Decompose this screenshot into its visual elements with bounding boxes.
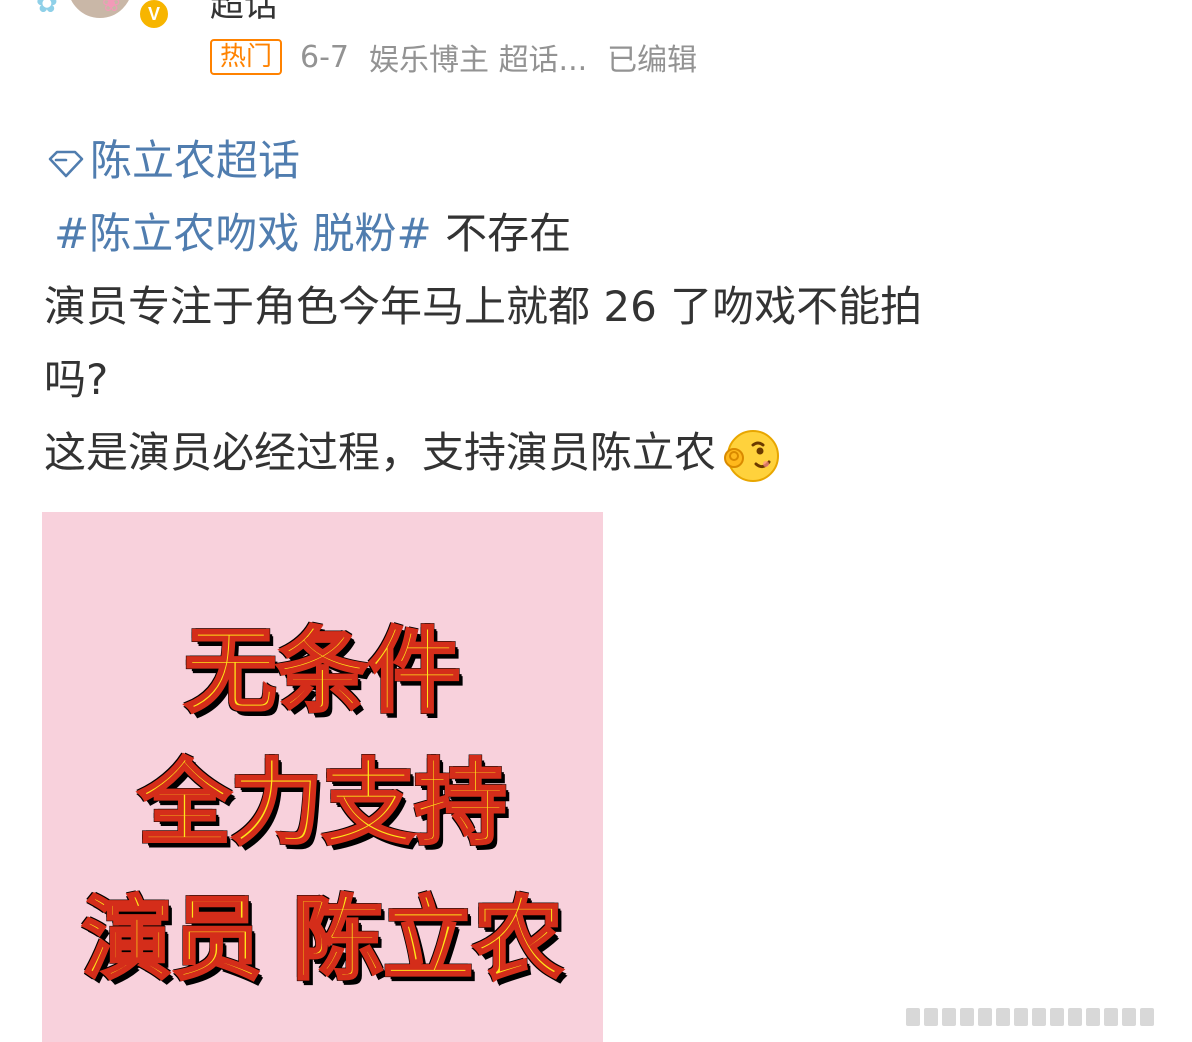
post-body: 陈立农超话 #陈立农吻戏 脱粉# 不存在 演员专注于角色今年马上就都 26 了吻… <box>44 124 1144 489</box>
hashtag-suffix: 不存在 <box>431 209 572 258</box>
super-topic-label[interactable]: 陈立农超话 <box>90 136 300 185</box>
author-category: 娱乐博主 <box>369 43 490 78</box>
diamond-icon <box>48 150 84 177</box>
post-text-line: 演员专注于角色今年马上就都 26 了吻戏不能拍 <box>44 282 923 331</box>
avatar[interactable]: ✿ ❀ V <box>36 0 170 30</box>
edited-label[interactable]: 已编辑 <box>607 35 697 79</box>
username[interactable]: 超话 <box>210 0 278 22</box>
super-topic-link[interactable]: 陈立农超话 <box>44 124 1144 197</box>
post-source[interactable]: 超话... <box>499 35 588 79</box>
image-text-line: 演员 陈立农 <box>80 886 564 994</box>
post-image[interactable]: 无条件 全力支持 演员 陈立农 <box>42 512 603 1042</box>
post-text-line: 吗? <box>44 355 109 404</box>
flower-icon: ❀ <box>102 0 121 17</box>
verified-badge-icon: V <box>138 0 170 30</box>
post-text-line: 这是演员必经过程，支持演员陈立农 <box>44 428 717 477</box>
post-meta: 热门 6-7 娱乐博主 超话... 已编辑 <box>210 35 697 79</box>
image-text-line: 全力支持 <box>137 749 508 859</box>
watermark-strip <box>906 1004 1180 1030</box>
post-date: 6-7 <box>300 39 350 75</box>
image-text-line: 无条件 <box>183 617 462 727</box>
hashtag-line: #陈立农吻戏 脱粉# 不存在 <box>44 197 1144 270</box>
wink-ok-emoji-icon <box>724 429 780 482</box>
hot-badge: 热门 <box>210 39 283 75</box>
post-text-line-with-emoji: 这是演员必经过程，支持演员陈立农 <box>44 416 1144 489</box>
hashtag-link[interactable]: #陈立农吻戏 脱粉# <box>44 209 432 258</box>
bow-icon: ✿ <box>36 0 58 19</box>
